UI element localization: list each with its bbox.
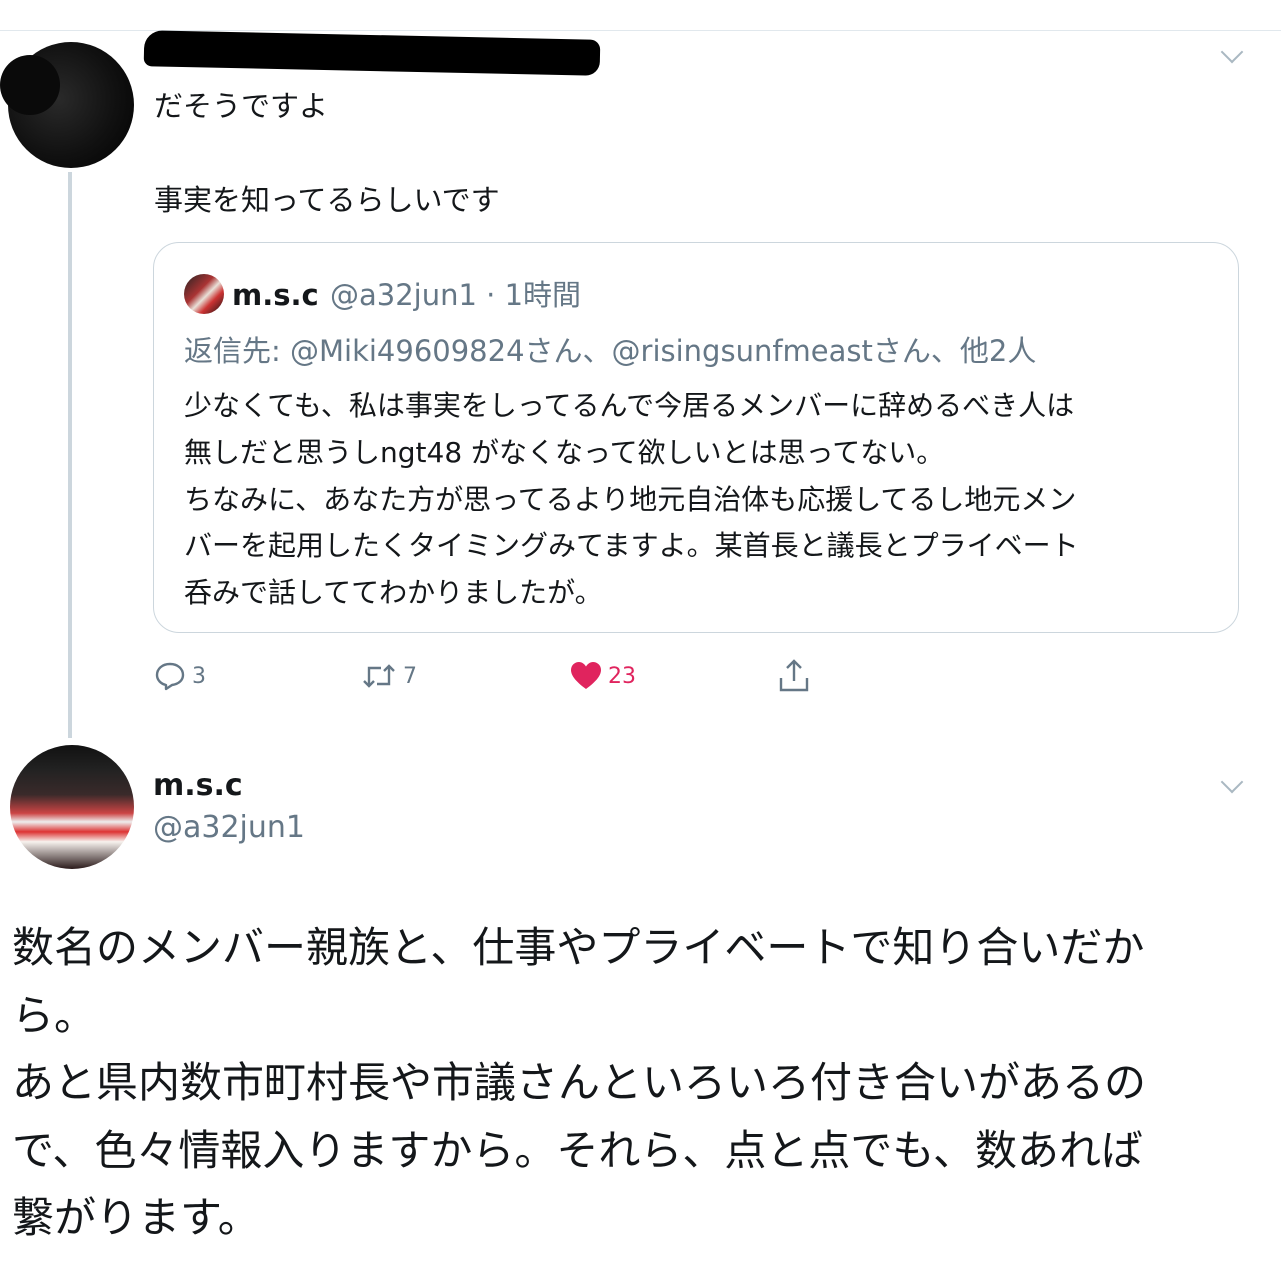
quoted-body-line: 呑みで話しててわかりましたが。	[184, 576, 603, 609]
quoted-body-line: ちなみに、あなた方が思ってるより地元自治体も応援してるし地元メン	[184, 483, 1077, 516]
chevron-down-icon[interactable]	[1220, 40, 1244, 64]
avatar[interactable]	[10, 745, 134, 869]
like-button[interactable]: 23	[570, 656, 636, 696]
tweet-text-line: 事実を知ってるらしいです	[154, 183, 500, 217]
share-button[interactable]	[778, 656, 810, 696]
retweet-count: 7	[403, 663, 417, 689]
tweet-body-line: 繋がります。	[12, 1193, 260, 1242]
reply-count: 3	[192, 663, 206, 689]
quoted-handle-time: @a32jun1 · 1時間	[330, 278, 582, 312]
reply-button[interactable]: 3	[154, 656, 206, 696]
quoted-reply-to: 返信先: @Miki49609824さん、@risingsunfmeastさん、…	[184, 334, 1037, 368]
tweet-text-line: だそうですよ	[154, 89, 329, 123]
tweet-body-line: あと県内数市町村長や市議さんといろいろ付き合いがあるの	[12, 1058, 1147, 1107]
like-icon	[571, 662, 601, 689]
reply-icon	[155, 662, 185, 691]
quoted-body-line: 少なくても、私は事実をしってるんで今居るメンバーに辞めるべき人は	[184, 389, 1075, 422]
like-count: 23	[608, 663, 636, 689]
retweet-button[interactable]: 7	[361, 656, 417, 696]
redacted-username	[143, 30, 601, 76]
handle[interactable]: @a32jun1	[153, 808, 305, 848]
share-icon	[779, 659, 809, 692]
thread-connector	[68, 172, 72, 738]
quoted-display-name: m.s.c	[232, 278, 319, 312]
tweet-body-line: で、色々情報入りますから。それら、点と点でも、数あれば	[12, 1126, 1144, 1175]
retweet-icon	[363, 664, 395, 688]
quoted-avatar	[184, 274, 224, 314]
chevron-down-icon[interactable]	[1220, 770, 1244, 794]
display-name[interactable]: m.s.c	[153, 766, 243, 806]
quoted-body-line: 無しだと思うしngt48 がなくなって欲しいとは思ってない。	[184, 436, 945, 469]
avatar-redaction	[0, 55, 60, 115]
quoted-body-line: バーを起用したくタイミングみてますよ。某首長と議長とプライベート	[184, 529, 1079, 562]
tweet-body-line: 数名のメンバー親族と、仕事やプライベートで知り合いだか	[12, 923, 1145, 972]
tweet-body-line: ら。	[12, 991, 97, 1040]
